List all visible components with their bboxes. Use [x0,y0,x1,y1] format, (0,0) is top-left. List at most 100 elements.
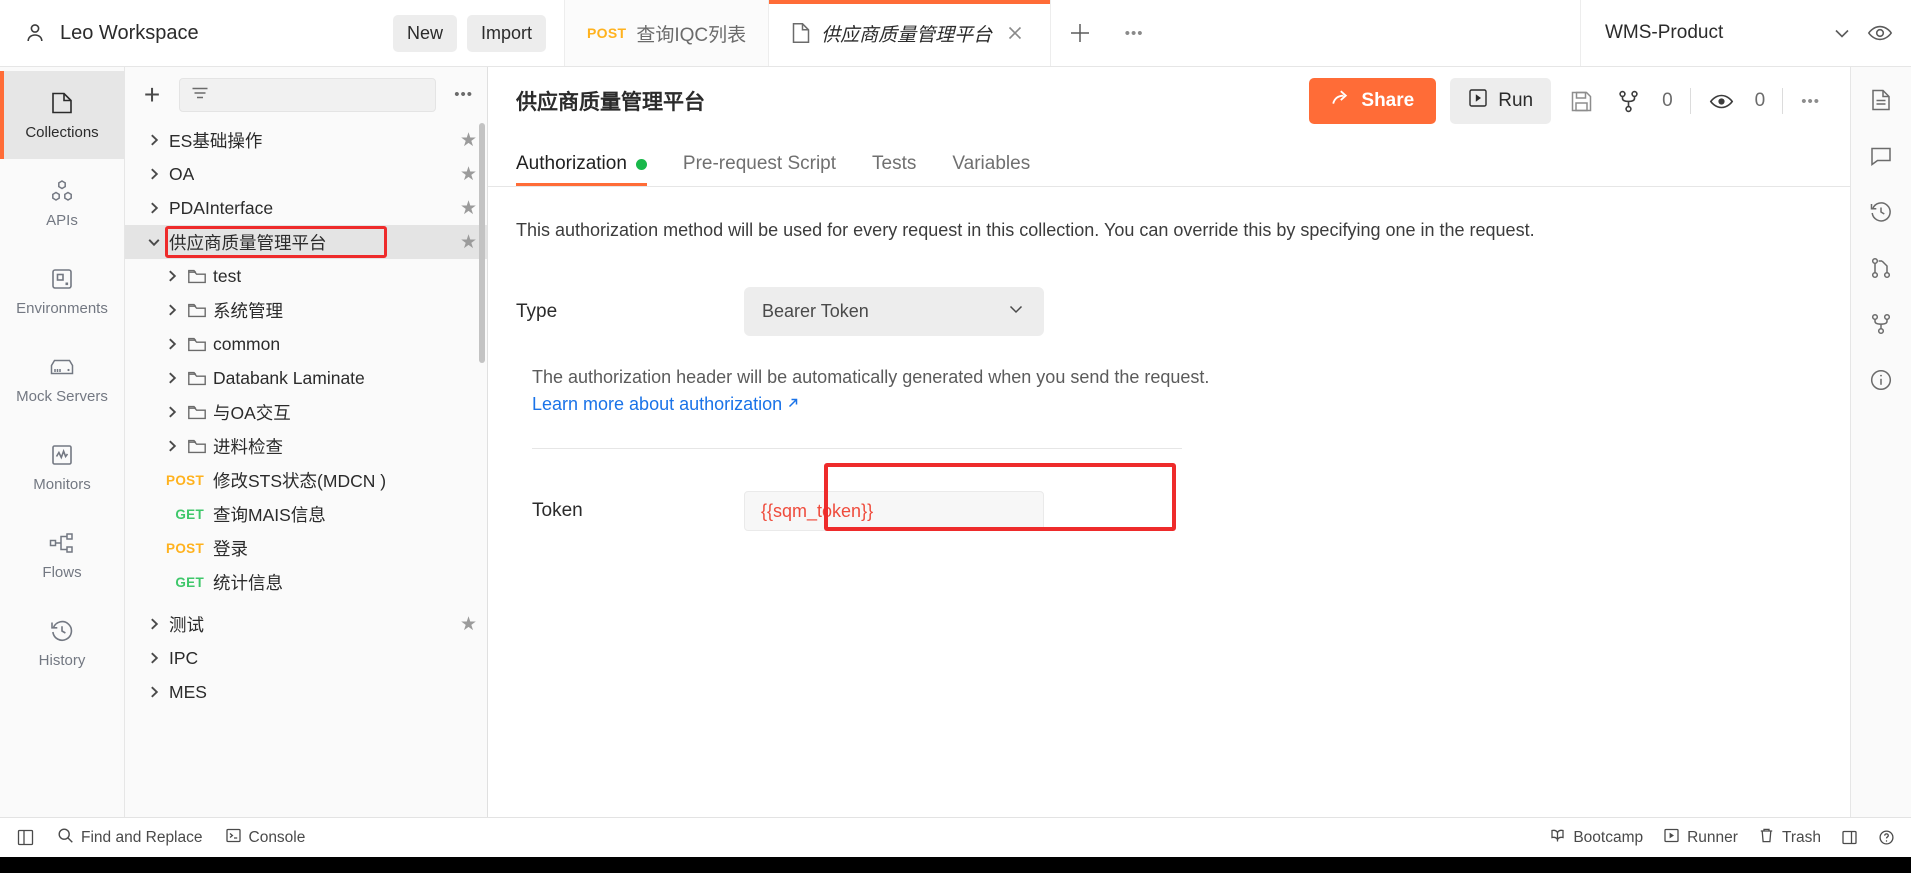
tab-request-iqc-list[interactable]: POST 查询IQC列表 [565,0,770,66]
tree-item-label: 统计信息 [213,572,283,593]
tab-tests[interactable]: Tests [872,153,916,186]
auth-note-text: The authorization header will be automat… [532,367,1210,388]
tree-item-request-query-mais[interactable]: GET 查询MAIS信息 [125,497,487,531]
sidebar-item-environments[interactable]: Environments [0,247,124,335]
tree-item-request-login[interactable]: POST 登录 [125,531,487,565]
chevron-right-icon[interactable] [157,303,187,317]
documentation-icon[interactable] [1869,85,1893,115]
more-options-icon[interactable]: ••• [1797,90,1824,113]
sidebar-more-icon[interactable]: ••• [450,86,477,104]
import-button[interactable]: Import [466,14,546,52]
sidebar-item-label: History [38,652,86,669]
chevron-right-icon[interactable] [139,651,169,665]
chevron-down-icon[interactable] [139,235,169,249]
tree-item-oa-interaction[interactable]: 与OA交互 [125,395,487,429]
comments-icon[interactable] [1869,141,1893,171]
sidebar-item-apis[interactable]: APIs [0,159,124,247]
chevron-down-icon[interactable] [1831,22,1853,44]
auth-type-label: Type [516,300,558,322]
tree-item-request-modify-sts[interactable]: POST 修改STS状态(MDCN ) [125,463,487,497]
tree-item-ceshi[interactable]: 测试 ★ [125,607,487,641]
tree-item-pdainterface[interactable]: PDAInterface ★ [125,191,487,225]
tab-variables[interactable]: Variables [952,153,1030,186]
flows-icon [48,529,76,557]
run-button[interactable]: Run [1450,78,1552,124]
tree-item-incoming-inspection[interactable]: 进料检查 [125,429,487,463]
sidebar-item-collections[interactable]: Collections [0,71,124,159]
pull-requests-icon[interactable] [1869,253,1893,283]
sidebar-item-mock-servers[interactable]: Mock Servers [0,335,124,423]
tab-method-badge: POST [587,25,627,41]
tab-overflow-menu[interactable]: ••• [1109,0,1159,66]
auth-note: The authorization header will be automat… [516,364,1822,418]
tree-item-common[interactable]: common [125,327,487,361]
folder-icon [187,404,213,421]
tree-item-databank-laminate[interactable]: Databank Laminate [125,361,487,395]
token-input[interactable]: {{sqm_token}} [744,491,1044,532]
chevron-right-icon[interactable] [157,405,187,419]
tree-item-es-basic[interactable]: ES基础操作 ★ [125,123,487,157]
top-header: Leo Workspace New Import POST 查询IQC列表 供应… [0,0,1911,67]
star-icon[interactable]: ★ [460,233,477,252]
new-button[interactable]: New [392,14,457,52]
chevron-right-icon[interactable] [139,685,169,699]
chevron-right-icon[interactable] [157,371,187,385]
sidebar-toolbar: + ••• [125,67,487,123]
star-icon[interactable]: ★ [460,199,477,218]
info-icon[interactable] [1869,365,1893,395]
console-button[interactable]: Console [225,827,305,849]
tab-authorization[interactable]: Authorization [516,153,647,186]
close-icon[interactable] [1002,20,1028,46]
star-icon[interactable]: ★ [460,615,477,634]
star-icon[interactable]: ★ [460,131,477,150]
sidebar-filter-input[interactable] [179,78,437,112]
bootcamp-icon [1549,827,1566,849]
user-icon [22,20,48,46]
token-row: Token {{sqm_token}} [516,463,1822,532]
eye-icon[interactable] [1867,20,1893,46]
chevron-right-icon[interactable] [139,133,169,147]
auth-type-select[interactable]: Bearer Token [744,287,1044,337]
learn-more-link[interactable]: Learn more about authorization [532,391,800,418]
bootcamp-button[interactable]: Bootcamp [1549,827,1643,849]
add-new-icon[interactable]: + [139,81,165,109]
star-icon[interactable]: ★ [460,165,477,184]
tree-item-oa[interactable]: OA ★ [125,157,487,191]
share-button[interactable]: Share [1309,78,1437,124]
play-icon [1468,88,1488,114]
environment-selector[interactable]: WMS-Product [1581,0,1911,66]
sidebar-scrollbar[interactable] [479,123,485,363]
folder-icon [187,268,213,285]
new-tab-button[interactable] [1051,0,1109,66]
sidebar-item-flows[interactable]: Flows [0,511,124,599]
watch-eye-icon[interactable] [1705,85,1738,118]
sidebar-item-monitors[interactable]: Monitors [0,423,124,511]
tab-collection-sqm[interactable]: 供应商质量管理平台 [769,0,1052,66]
save-icon[interactable] [1565,85,1598,118]
forks-icon[interactable] [1869,309,1893,339]
folder-icon [187,302,213,319]
sidebar-item-label: Monitors [33,476,91,493]
help-icon[interactable] [1878,829,1895,846]
fork-icon[interactable] [1612,85,1645,118]
tree-item-mes[interactable]: MES [125,675,487,709]
tree-item-system-management[interactable]: 系统管理 [125,293,487,327]
chevron-right-icon[interactable] [139,617,169,631]
chevron-right-icon[interactable] [139,167,169,181]
tab-pre-request-script[interactable]: Pre-request Script [683,153,836,186]
tree-item-request-statistics[interactable]: GET 统计信息 [125,565,487,599]
chevron-right-icon[interactable] [157,439,187,453]
runner-button[interactable]: Runner [1663,827,1738,849]
tree-item-test[interactable]: test [125,259,487,293]
sidebar-toggle-icon[interactable] [16,828,35,847]
trash-button[interactable]: Trash [1758,827,1821,849]
panel-toggle-icon[interactable] [1841,829,1858,846]
find-and-replace-button[interactable]: Find and Replace [57,827,203,849]
activity-feed-icon[interactable] [1869,197,1893,227]
chevron-right-icon[interactable] [157,269,187,283]
tree-item-sqm-platform[interactable]: 供应商质量管理平台 ★ [125,225,487,259]
chevron-right-icon[interactable] [157,337,187,351]
chevron-right-icon[interactable] [139,201,169,215]
tree-item-ipc[interactable]: IPC [125,641,487,675]
sidebar-item-history[interactable]: History [0,599,124,687]
